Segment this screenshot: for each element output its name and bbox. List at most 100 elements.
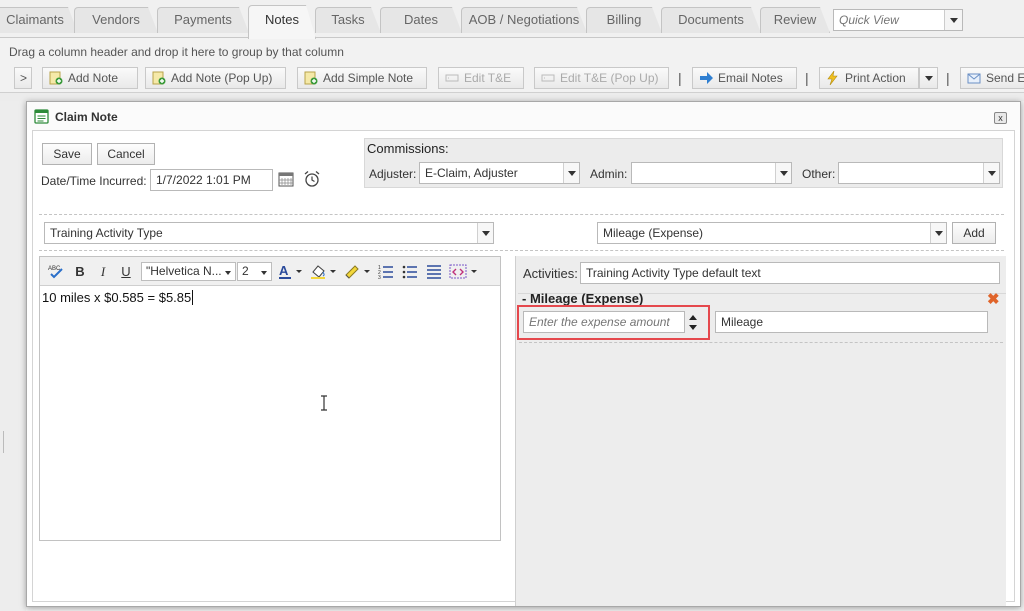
activity-type-select[interactable]: Training Activity Type [44, 222, 494, 244]
admin-label: Admin: [590, 167, 628, 181]
tab-billing[interactable]: Billing [586, 7, 662, 33]
text-cursor [192, 290, 194, 305]
toolbar-separator: | [678, 70, 682, 86]
tab-dates[interactable]: Dates [380, 7, 462, 33]
quick-view-combo[interactable] [833, 9, 963, 31]
add-simple-note-label: Add Simple Note [323, 71, 414, 85]
edit-te-popup-button[interactable]: Edit T&E (Pop Up) [534, 67, 669, 89]
chevron-down-icon[interactable] [944, 10, 962, 30]
insert-snippet-icon[interactable] [449, 263, 479, 280]
expense-divider [519, 342, 1003, 343]
edit-te-popup-label: Edit T&E (Pop Up) [560, 71, 659, 85]
svg-text:3: 3 [378, 275, 381, 280]
svg-text:A: A [279, 263, 289, 278]
dialog-titlebar: Claim Note x [27, 102, 1020, 130]
expand-button[interactable]: > [14, 67, 32, 89]
datetime-input[interactable]: 1/7/2022 1:01 PM [150, 169, 273, 191]
chevron-down-icon[interactable] [477, 223, 493, 243]
spellcheck-icon[interactable]: ABC [48, 264, 66, 279]
tab-aob-negotiations[interactable]: AOB / Negotiations [461, 7, 587, 33]
bold-button[interactable]: B [73, 262, 87, 281]
calendar-icon[interactable] [278, 172, 294, 187]
add-note-icon [49, 71, 63, 85]
highlight-color-icon[interactable] [310, 263, 338, 280]
font-size-select[interactable]: 2 [237, 262, 272, 281]
bullet-list-icon[interactable] [402, 263, 418, 280]
save-button[interactable]: Save [42, 143, 92, 165]
tab-tasks[interactable]: Tasks [315, 7, 381, 33]
send-email-label: Send E [986, 71, 1024, 85]
ibeam-cursor-icon [321, 395, 327, 411]
cancel-button[interactable]: Cancel [97, 143, 155, 165]
commissions-title: Commissions: [367, 141, 449, 156]
envelope-icon [967, 73, 981, 84]
chevron-down-icon[interactable] [775, 163, 791, 183]
datetime-label: Date/Time Incurred: [41, 174, 147, 188]
send-email-button[interactable]: Send E [960, 67, 1024, 89]
arrow-right-icon [700, 72, 713, 84]
tab-payments[interactable]: Payments [157, 7, 249, 33]
add-activity-button[interactable]: Add [952, 222, 996, 244]
format-painter-icon[interactable] [344, 263, 372, 280]
expense-description-input[interactable]: Mileage [715, 311, 988, 333]
chevron-down-icon[interactable] [563, 163, 579, 183]
email-notes-label: Email Notes [718, 71, 783, 85]
activity-type-value: Training Activity Type [50, 226, 163, 240]
adjuster-select[interactable]: E-Claim, Adjuster [419, 162, 580, 184]
editor-toolbar: ABC B I U "Helvetica N... 2 A 123 [40, 257, 500, 286]
tab-claimants[interactable]: Claimants [0, 7, 78, 33]
print-action-dropdown[interactable] [919, 67, 938, 89]
tab-review[interactable]: Review [760, 7, 830, 33]
font-family-select[interactable]: "Helvetica N... [141, 262, 236, 281]
tab-documents[interactable]: Documents [661, 7, 761, 33]
splitter-handle[interactable] [0, 431, 4, 453]
chevron-down-icon[interactable] [930, 223, 946, 243]
toolbar-separator: | [805, 70, 809, 86]
add-note-label: Add Note [68, 71, 119, 85]
note-icon [34, 109, 49, 124]
add-note-button[interactable]: Add Note [42, 67, 138, 89]
notes-toolbar: > Add Note Add Note (Pop Up) Add Simple … [0, 64, 1024, 92]
admin-select[interactable] [631, 162, 792, 184]
section-divider [39, 214, 1004, 215]
tab-notes[interactable]: Notes [248, 5, 316, 39]
close-icon[interactable]: x [994, 112, 1007, 124]
add-note-popup-button[interactable]: Add Note (Pop Up) [145, 67, 286, 89]
note-editor: ABC B I U "Helvetica N... 2 A 123 10 mil… [39, 256, 501, 541]
edit-te-label: Edit T&E [464, 71, 512, 85]
email-notes-button[interactable]: Email Notes [692, 67, 797, 89]
edit-icon [445, 74, 459, 82]
add-simple-note-button[interactable]: Add Simple Note [297, 67, 427, 89]
remove-icon[interactable]: ✖ [987, 290, 1000, 308]
group-by-hint: Drag a column header and drop it here to… [9, 45, 344, 59]
expense-type-value: Mileage (Expense) [603, 226, 704, 240]
font-color-icon[interactable]: A [278, 263, 304, 280]
tab-vendors[interactable]: Vendors [74, 7, 158, 33]
underline-button[interactable]: U [119, 262, 133, 281]
activities-input[interactable]: Training Activity Type default text [580, 262, 1000, 284]
chevron-down-icon [924, 76, 933, 81]
numbered-list-icon[interactable]: 123 [378, 263, 394, 280]
expense-group-title[interactable]: - Mileage (Expense) [522, 291, 643, 306]
dialog-title: Claim Note [55, 110, 118, 124]
alarm-clock-icon[interactable] [303, 170, 321, 188]
other-label: Other: [802, 167, 836, 181]
expense-type-select[interactable]: Mileage (Expense) [597, 222, 947, 244]
activities-panel: Activities: Training Activity Type defau… [515, 256, 1006, 606]
tab-bar: Claimants Vendors Payments Tasks Dates A… [0, 0, 1024, 38]
edit-icon [541, 74, 555, 82]
grid-header [0, 93, 1024, 101]
quick-view-input[interactable] [834, 10, 944, 30]
commissions-panel: Commissions: Adjuster: E-Claim, Adjuster… [364, 138, 1003, 188]
chevron-down-icon[interactable] [983, 163, 999, 183]
editor-content[interactable]: 10 miles x $0.585 = $5.85 [42, 290, 194, 305]
add-note-popup-label: Add Note (Pop Up) [171, 71, 273, 85]
editor-text: 10 miles x $0.585 = $5.85 [42, 290, 192, 305]
align-icon[interactable] [426, 263, 442, 280]
edit-te-button[interactable]: Edit T&E [438, 67, 524, 89]
lightning-icon [827, 71, 838, 85]
print-action-button[interactable]: Print Action [819, 67, 919, 89]
other-select[interactable] [838, 162, 1000, 184]
add-note-icon [304, 71, 318, 85]
italic-button[interactable]: I [96, 262, 110, 281]
